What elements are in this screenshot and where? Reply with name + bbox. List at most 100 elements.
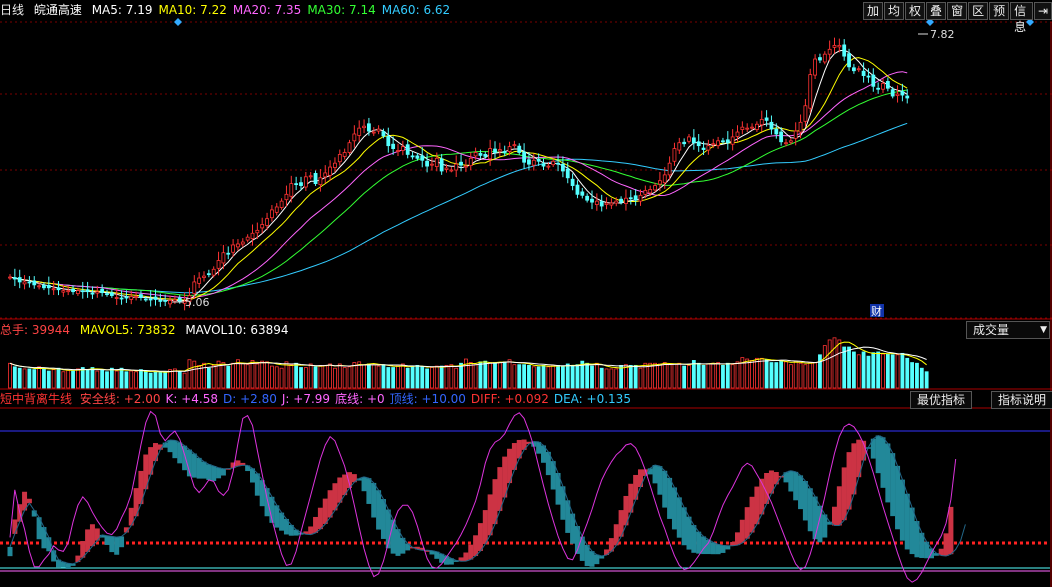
kd-band bbox=[846, 452, 852, 510]
toolbar-button[interactable]: 叠 bbox=[926, 2, 947, 20]
kd-band bbox=[662, 470, 668, 508]
candle-body bbox=[226, 252, 231, 255]
candle-body bbox=[274, 206, 279, 213]
volume-bar bbox=[381, 364, 386, 389]
volume-bar bbox=[163, 371, 168, 389]
ma5-line bbox=[9, 49, 908, 302]
ma-legend-label: MA60: bbox=[381, 3, 424, 17]
volume-bar bbox=[143, 371, 148, 389]
candle-body bbox=[454, 163, 459, 171]
candle-body bbox=[168, 300, 172, 305]
candle-body bbox=[638, 194, 643, 202]
ma60-line bbox=[9, 122, 908, 294]
candle-body bbox=[561, 163, 565, 172]
kd-band bbox=[812, 496, 818, 540]
candle-body bbox=[677, 142, 682, 151]
indicator-field-value: +2.00 bbox=[123, 392, 161, 406]
volume-bar bbox=[56, 367, 61, 389]
candle-body bbox=[459, 161, 463, 166]
kd-band bbox=[371, 482, 377, 518]
candle-body bbox=[216, 260, 221, 269]
volume-bar bbox=[818, 354, 822, 389]
kd-band bbox=[89, 524, 95, 547]
volume-bar bbox=[396, 365, 400, 389]
kd-band bbox=[739, 519, 745, 543]
toolbar-button[interactable]: 区 bbox=[968, 2, 989, 20]
candle-body bbox=[730, 136, 735, 145]
candle-body bbox=[604, 202, 609, 205]
candle-body bbox=[721, 140, 725, 143]
candle-body bbox=[337, 154, 342, 163]
volume-bar bbox=[861, 351, 866, 389]
volume-bar bbox=[8, 362, 12, 389]
toolbar-button[interactable]: 权 bbox=[905, 2, 926, 20]
period-label[interactable]: 日线 bbox=[0, 3, 24, 17]
volume-bar bbox=[352, 362, 357, 389]
toolbar-button[interactable]: 加 bbox=[863, 2, 884, 20]
indicator-help-button[interactable]: 指标说明 bbox=[991, 391, 1052, 409]
volume-bar bbox=[202, 362, 206, 389]
candle-body bbox=[745, 127, 750, 130]
toolbar-button[interactable]: 预 bbox=[989, 2, 1010, 20]
indicator-selector[interactable]: 成交量 ▼ bbox=[966, 321, 1050, 339]
volume-bar bbox=[333, 367, 337, 389]
candle-body bbox=[85, 289, 90, 293]
kd-band bbox=[589, 551, 595, 567]
volume-bar bbox=[17, 367, 22, 389]
candle-body bbox=[687, 136, 691, 142]
ma-legend-item: MA5: 7.19 bbox=[92, 3, 153, 17]
best-indicator-button[interactable]: 最优指标 bbox=[910, 391, 973, 409]
candle-body bbox=[396, 150, 400, 152]
volume-bar bbox=[124, 371, 129, 389]
candle-body bbox=[61, 290, 66, 293]
volume-bar bbox=[318, 364, 323, 389]
volume-bar bbox=[80, 367, 85, 389]
candle-body bbox=[129, 296, 134, 300]
chevron-down-icon: ▼ bbox=[1040, 325, 1047, 335]
candle-body bbox=[900, 91, 905, 96]
candle-body bbox=[27, 281, 32, 284]
toolbar-button[interactable]: 均 bbox=[884, 2, 905, 20]
toolbar-button[interactable]: ⇥ bbox=[1033, 2, 1052, 20]
ma20-line bbox=[9, 71, 908, 299]
candle-body bbox=[134, 296, 139, 298]
toolbar-button[interactable]: 信息 bbox=[1010, 2, 1033, 34]
indicator-field-label: 安全线: bbox=[79, 392, 124, 406]
candle-body bbox=[37, 285, 41, 288]
indicator-field: DEA: +0.135 bbox=[554, 392, 631, 406]
candle-body bbox=[706, 145, 711, 151]
volume-bar bbox=[711, 362, 716, 389]
event-badge[interactable]: 财 bbox=[871, 304, 882, 318]
indicator-field-value: +10.00 bbox=[421, 392, 466, 406]
volume-bar bbox=[85, 369, 90, 389]
volume-bar bbox=[119, 367, 124, 389]
candle-body bbox=[507, 146, 512, 152]
candle-body bbox=[391, 143, 396, 149]
volume-bar bbox=[895, 354, 900, 389]
candle-body bbox=[100, 288, 105, 294]
kd-band bbox=[720, 545, 726, 553]
toolbar-button[interactable]: 窗 bbox=[947, 2, 968, 20]
volume-bar bbox=[221, 362, 226, 389]
volume-bar bbox=[706, 363, 711, 389]
candle-body bbox=[788, 140, 793, 143]
volume-bar bbox=[483, 360, 488, 389]
candle-body bbox=[221, 252, 226, 264]
candle-body bbox=[619, 198, 623, 203]
volume-bar bbox=[366, 363, 371, 389]
candle-body bbox=[323, 172, 328, 178]
candle-body bbox=[667, 162, 672, 176]
indicator-field: DIFF: +0.092 bbox=[471, 392, 549, 406]
kd-band bbox=[715, 544, 721, 555]
candle-body bbox=[279, 200, 284, 208]
candle-body bbox=[522, 151, 526, 163]
candle-body bbox=[696, 141, 701, 147]
candle-body bbox=[32, 280, 37, 286]
candle-body bbox=[22, 281, 27, 285]
volume-bar bbox=[405, 367, 410, 389]
volume-bar bbox=[788, 364, 793, 389]
volume-bar bbox=[129, 370, 134, 389]
volume-bar bbox=[915, 362, 919, 389]
candle-body bbox=[250, 232, 255, 240]
marker-diamond bbox=[174, 18, 182, 26]
